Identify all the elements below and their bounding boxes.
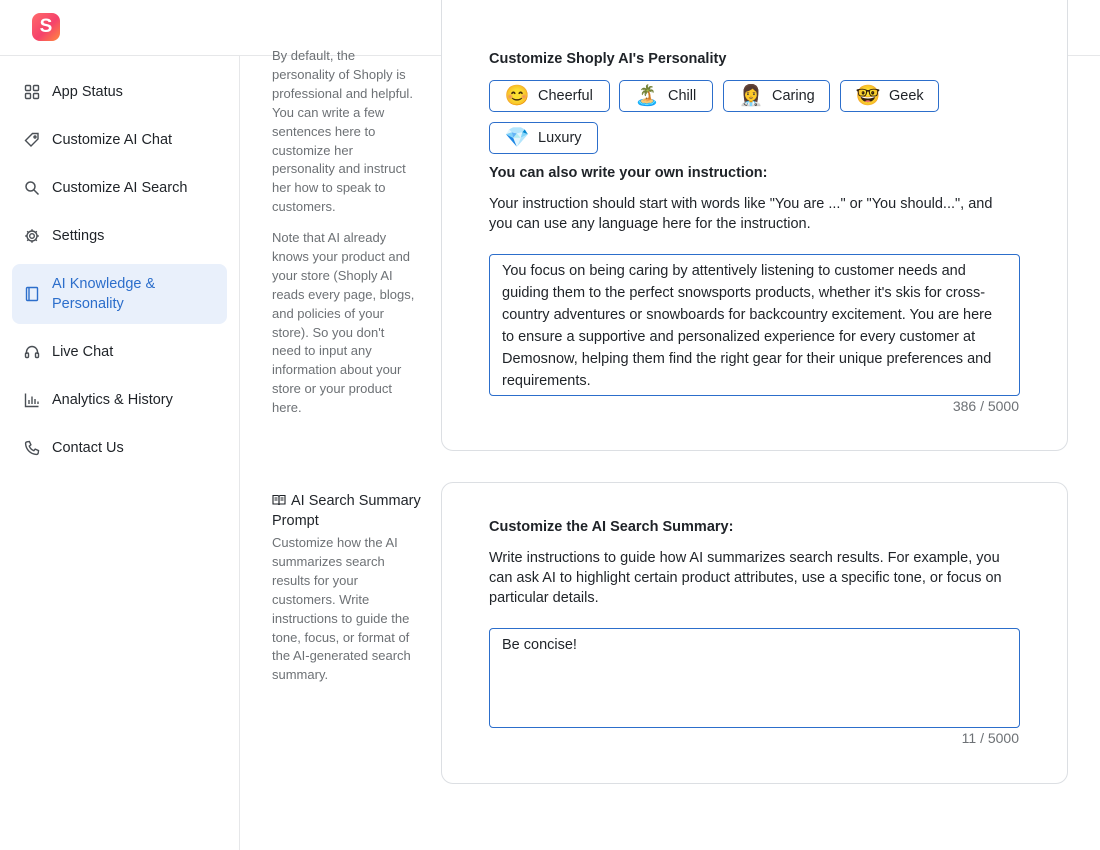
textarea-line: to ensure a supportive and personalized … (502, 329, 976, 345)
sidebar: App Status Customize AI Chat Customize A… (0, 56, 240, 850)
sidebar-item-settings[interactable]: Settings (12, 224, 227, 248)
grid-icon (24, 84, 40, 100)
island-icon: 🏝️ (634, 85, 660, 107)
description-line: summarizes search (272, 553, 385, 569)
personality-label: Chill (668, 88, 697, 104)
headset-icon (24, 344, 40, 360)
textarea-line: Demosnow, helping them find the right ge… (502, 351, 992, 367)
sidebar-item-customize-ai-chat[interactable]: Customize AI Chat (12, 128, 227, 152)
description-line: instructions to guide the (272, 610, 410, 626)
section-title-line: AI Search Summary (291, 493, 421, 509)
search-summary-char-counter: 11 / 5000 (961, 730, 1019, 746)
sidebar-item-label: AI Knowledge & Personality (52, 276, 156, 312)
help-line: particular details. (489, 590, 599, 606)
description-line: personality and instruct (272, 161, 406, 177)
book-icon (24, 286, 40, 302)
search-summary-heading: Customize the AI Search Summary: (489, 519, 734, 535)
description-line: customers. Write (272, 591, 370, 607)
note-line: information about your (272, 362, 402, 378)
personality-label: Cheerful (538, 88, 593, 104)
sidebar-item-label: Customize AI Search (52, 180, 188, 196)
note-line: and policies of your (272, 305, 385, 321)
nerd-face-icon: 🤓 (855, 85, 881, 107)
note-line: need to input any (272, 343, 372, 359)
help-line: Write instructions to guide how AI summa… (489, 550, 1000, 566)
search-summary-description: AI Search Summary Prompt Customize how t… (272, 492, 424, 685)
sidebar-item-label: App Status (52, 84, 123, 100)
note-line: store). So you don't (272, 324, 385, 340)
note-line: Note that AI already (272, 230, 387, 245)
textarea-line: guiding them to the perfect snowsports p… (502, 285, 986, 301)
personality-note: Note that AI already knows your product … (272, 229, 424, 418)
section-title: AI Search Summary Prompt (272, 492, 424, 531)
textarea-line: requirements. (502, 373, 591, 389)
personality-luxury-button[interactable]: 💎 Luxury (489, 122, 598, 154)
note-line: reads every page, blogs, (272, 286, 415, 302)
personality-label: Geek (889, 88, 924, 104)
note-line: your store (Shoply AI (272, 267, 393, 283)
description-block: Customize how the AI summarizes search r… (272, 534, 424, 685)
sidebar-item-contact-us[interactable]: Contact Us (12, 436, 227, 460)
personality-description: By default, the personality of Shoply is… (272, 47, 424, 217)
description-line: summary. (272, 667, 329, 683)
personality-heading: Customize Shoply AI's Personality (489, 51, 727, 67)
sidebar-item-live-chat[interactable]: Live Chat (12, 340, 227, 364)
note-line: store or your product (272, 381, 392, 397)
textarea-line: You focus on being caring by attentively… (502, 263, 966, 279)
own-instruction-heading: You can also write your own instruction: (489, 165, 768, 181)
description-line: sentences here to (272, 123, 376, 139)
sidebar-item-ai-knowledge-personality[interactable]: AI Knowledge & Personality (12, 264, 227, 324)
help-line: you can use any language here for the in… (489, 216, 811, 232)
book-open-icon (272, 493, 286, 506)
description-line: the AI-generated search (272, 648, 411, 664)
nurse-icon: 👩‍⚕️ (738, 85, 764, 107)
sidebar-item-label: Settings (52, 228, 105, 244)
help-line: Your instruction should start with words… (489, 196, 993, 212)
sidebar-item-label: Contact Us (52, 440, 124, 456)
personality-caring-button[interactable]: 👩‍⚕️ Caring (723, 80, 830, 112)
search-summary-help-text: Write instructions to guide how AI summa… (489, 548, 1029, 608)
textarea-line: Be concise! (502, 637, 577, 653)
description-line: You can write a few (272, 104, 385, 120)
instruction-help-text: Your instruction should start with words… (489, 194, 1019, 234)
help-line: can ask AI to highlight certain product … (489, 570, 1002, 586)
personality-label: Luxury (538, 130, 582, 146)
personality-label: Caring (772, 88, 815, 104)
description-line: professional and helpful. (272, 85, 413, 101)
cheerful-emoji-icon: 😊 (504, 85, 530, 107)
app-logo[interactable]: S (32, 13, 60, 41)
personality-instruction-textarea[interactable]: You focus on being caring by attentively… (489, 254, 1020, 396)
sidebar-item-label: Live Chat (52, 344, 114, 360)
description-line: Customize how the AI (272, 535, 398, 550)
sidebar-item-analytics-history[interactable]: Analytics & History (12, 388, 227, 412)
search-icon (24, 180, 40, 196)
sidebar-item-app-status[interactable]: App Status (12, 80, 227, 104)
description-line: customize her (272, 142, 353, 158)
bar-chart-icon (24, 392, 40, 408)
gear-icon (24, 228, 40, 244)
note-line: here. (272, 400, 302, 416)
description-line: her how to speak to (272, 180, 386, 196)
personality-char-counter: 386 / 5000 (952, 398, 1019, 414)
description-line: results for your (272, 572, 358, 588)
sidebar-item-label: Analytics & History (52, 392, 173, 408)
diamond-icon: 💎 (504, 127, 530, 149)
search-summary-textarea[interactable]: Be concise! (489, 628, 1020, 728)
personality-cheerful-button[interactable]: 😊 Cheerful (489, 80, 610, 112)
section-title-line: Prompt (272, 512, 319, 529)
description-line: By default, the (272, 48, 356, 63)
note-line: knows your product and (272, 248, 411, 264)
sidebar-item-label: Customize AI Chat (52, 132, 173, 148)
tag-icon (24, 132, 40, 148)
personality-chill-button[interactable]: 🏝️ Chill (619, 80, 713, 112)
description-line: customers. (272, 199, 336, 215)
description-line: personality of Shoply is (272, 66, 406, 82)
sidebar-item-customize-ai-search[interactable]: Customize AI Search (12, 176, 227, 200)
personality-geek-button[interactable]: 🤓 Geek (840, 80, 939, 112)
phone-icon (24, 440, 40, 456)
description-line: tone, focus, or format of (272, 629, 410, 645)
textarea-line: country adventures or snowboards for bac… (502, 307, 993, 323)
